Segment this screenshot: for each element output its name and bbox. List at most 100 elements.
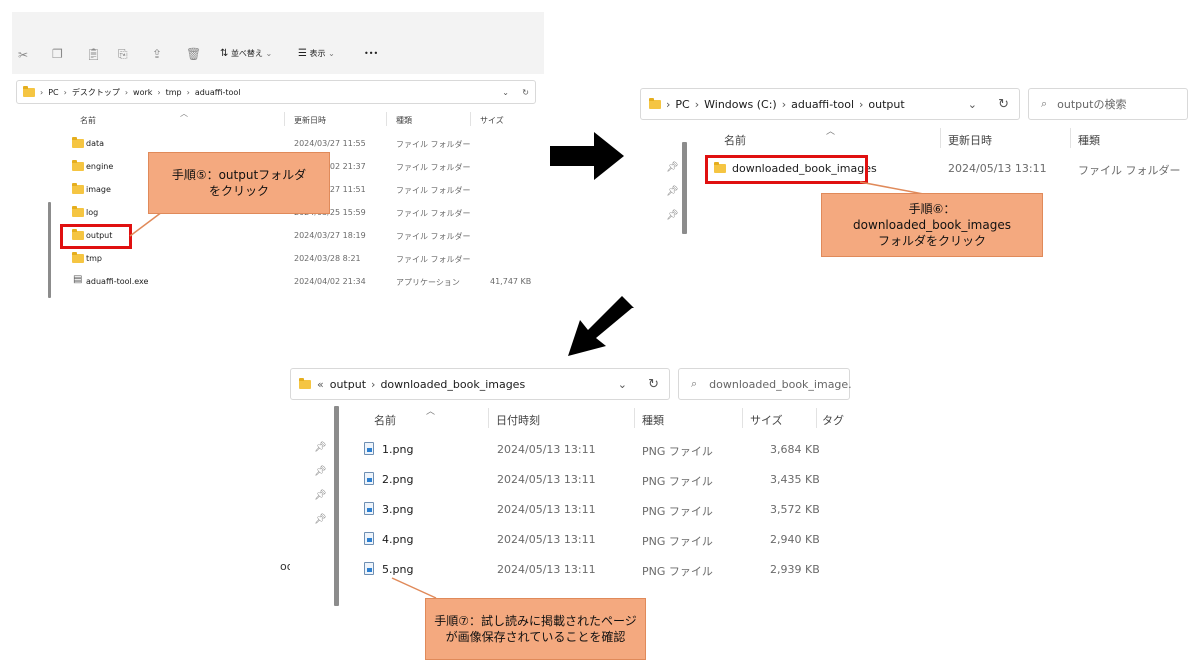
more-options-button[interactable]: ••• — [364, 49, 378, 58]
explorer-window-downloaded-book-images: « output › downloaded_book_images ⌄ ↻ ⌕ … — [290, 366, 852, 606]
file-date: 2024/03/28 8:21 — [294, 254, 361, 263]
breadcrumb-item[interactable]: PC — [48, 88, 58, 97]
delete-icon[interactable]: 🗑︎ — [186, 47, 201, 61]
column-divider — [488, 408, 489, 428]
address-bar[interactable]: « output › downloaded_book_images ⌄ ↻ — [290, 368, 670, 400]
share-icon[interactable]: ⇪ — [152, 47, 162, 61]
column-header-type[interactable]: 種類 — [396, 115, 412, 126]
file-size: 2,939 KB — [770, 563, 820, 576]
view-icon: ☰ — [298, 48, 307, 59]
address-dropdown-icon[interactable]: ⌄ — [968, 98, 977, 111]
breadcrumb-item[interactable]: output — [868, 98, 904, 111]
file-date: 2024/03/27 18:19 — [294, 231, 366, 240]
column-header-tags[interactable]: タグ — [822, 412, 844, 428]
view-button[interactable]: ☰ 表示 ⌄ — [298, 48, 335, 59]
address-dropdown-icon[interactable]: ⌄ — [502, 88, 509, 97]
chevron-right-icon: › — [63, 87, 67, 97]
column-header-type[interactable]: 種類 — [642, 412, 664, 428]
breadcrumb-item[interactable]: tmp — [166, 88, 182, 97]
search-box[interactable]: ⌕ downloaded_book_image... — [678, 368, 852, 400]
scrollbar[interactable] — [334, 406, 339, 606]
column-divider — [742, 408, 743, 428]
callout-line: 手順⑦：試し読みに掲載されたページ — [434, 614, 637, 628]
breadcrumb-item[interactable]: デスクトップ — [72, 87, 120, 98]
file-date: 2024/05/13 13:11 — [497, 473, 596, 486]
column-divider — [1070, 128, 1071, 148]
file-name: 3.png — [382, 503, 414, 516]
cut-icon[interactable]: ✂ — [18, 48, 28, 62]
breadcrumb-overflow[interactable]: « — [317, 378, 324, 391]
column-header-date[interactable]: 更新日時 — [294, 115, 326, 126]
file-type: ファイル フォルダー — [396, 140, 471, 149]
chevron-right-icon: › — [781, 97, 787, 111]
png-file-icon — [364, 502, 374, 515]
copy-icon[interactable]: ❐ — [52, 47, 63, 61]
file-size: 41,747 KB — [490, 277, 532, 286]
file-date: 2024/05/13 13:11 — [948, 162, 1047, 175]
sort-indicator-icon: ︿ — [426, 407, 436, 417]
file-type: ファイル フォルダー — [396, 255, 471, 264]
search-placeholder: downloaded_book_image... — [709, 377, 852, 391]
file-date: 2024/05/13 13:11 — [497, 533, 596, 546]
pin-icon: 📌︎ — [666, 210, 679, 221]
column-header-name[interactable]: 名前 — [374, 412, 396, 428]
file-name: engine — [86, 162, 114, 171]
address-bar[interactable]: › PC › Windows (C:) › aduaffi-tool › out… — [640, 88, 1020, 120]
column-divider — [816, 408, 817, 428]
png-file-icon — [364, 562, 374, 575]
breadcrumb-item[interactable]: aduaffi-tool — [791, 98, 854, 111]
chevron-right-icon: › — [694, 97, 700, 111]
column-header-type[interactable]: 種類 — [1078, 132, 1100, 148]
column-header-date[interactable]: 日付時刻 — [496, 412, 540, 428]
file-row[interactable]: 3.png 2024/05/13 13:11 PNG ファイル 3,572 KB — [360, 500, 840, 520]
pin-icon: 📌︎ — [666, 186, 679, 197]
file-row[interactable]: ▤ aduaffi-tool.exe 2024/04/02 21:34 アプリケ… — [72, 274, 542, 290]
breadcrumb-item[interactable]: Windows (C:) — [704, 98, 777, 111]
column-header-size[interactable]: サイズ — [480, 115, 504, 126]
column-header-size[interactable]: サイズ — [750, 412, 783, 428]
breadcrumb-item[interactable]: output — [330, 378, 366, 391]
file-name: data — [86, 139, 105, 148]
file-name: log — [86, 208, 99, 217]
search-placeholder: outputの検索 — [1057, 98, 1127, 111]
file-date: 2024/05/13 13:11 — [497, 563, 596, 576]
folder-icon — [72, 252, 84, 263]
scrollbar[interactable] — [682, 142, 687, 234]
ribbon-toolbar: ✂ ❐ 📋︎ ⎘ ⇪ 🗑︎ ⇅ 並べ替え ⌄ ☰ 表示 ⌄ ••• — [12, 12, 544, 74]
breadcrumb-item[interactable]: aduaffi-tool — [195, 88, 241, 97]
refresh-icon[interactable]: ↻ — [522, 88, 529, 97]
breadcrumb-item[interactable]: downloaded_book_images — [380, 378, 525, 391]
sort-label: 並べ替え — [230, 49, 263, 58]
paste-icon[interactable]: 📋︎ — [86, 47, 101, 61]
file-type: ファイル フォルダー — [396, 163, 471, 172]
step6-callout: 手順⑥： downloaded_book_images フォルダをクリック — [821, 193, 1043, 257]
rename-icon[interactable]: ⎘ — [118, 47, 128, 62]
refresh-icon[interactable]: ↻ — [648, 377, 659, 392]
column-header-name[interactable]: 名前 — [724, 132, 746, 148]
address-bar[interactable]: › PC › デスクトップ › work › tmp › aduaffi-too… — [16, 80, 536, 104]
chevron-right-icon: › — [666, 97, 671, 111]
chevron-right-icon: › — [124, 87, 129, 97]
file-row[interactable]: 1.png 2024/05/13 13:11 PNG ファイル 3,684 KB — [360, 440, 840, 460]
search-box[interactable]: ⌕ outputの検索 — [1028, 88, 1188, 120]
step5-callout: 手順⑤：outputフォルダ をクリック — [148, 152, 330, 214]
file-row[interactable]: 2.png 2024/05/13 13:11 PNG ファイル 3,435 KB — [360, 470, 840, 490]
file-row[interactable]: 4.png 2024/05/13 13:11 PNG ファイル 2,940 KB — [360, 530, 840, 550]
png-file-icon — [364, 442, 374, 455]
scrollbar[interactable] — [48, 202, 51, 298]
address-dropdown-icon[interactable]: ⌄ — [618, 378, 627, 391]
file-type: PNG ファイル — [642, 565, 713, 578]
file-type: PNG ファイル — [642, 445, 713, 458]
file-row[interactable]: tmp 2024/03/28 8:21 ファイル フォルダー — [72, 251, 542, 267]
refresh-icon[interactable]: ↻ — [998, 97, 1009, 112]
breadcrumb-item[interactable]: work — [133, 88, 152, 97]
column-header-name[interactable]: 名前 — [80, 115, 96, 126]
callout-line: フォルダをクリック — [877, 234, 986, 248]
sort-button[interactable]: ⇅ 並べ替え ⌄ — [220, 48, 272, 59]
file-size: 3,572 KB — [770, 503, 820, 516]
column-header-date[interactable]: 更新日時 — [948, 132, 992, 148]
pin-icon: 📌︎ — [314, 514, 327, 525]
exe-file-icon: ▤ — [73, 274, 83, 285]
file-row[interactable]: data 2024/03/27 11:55 ファイル フォルダー — [72, 136, 542, 152]
breadcrumb-item[interactable]: PC — [675, 98, 689, 111]
